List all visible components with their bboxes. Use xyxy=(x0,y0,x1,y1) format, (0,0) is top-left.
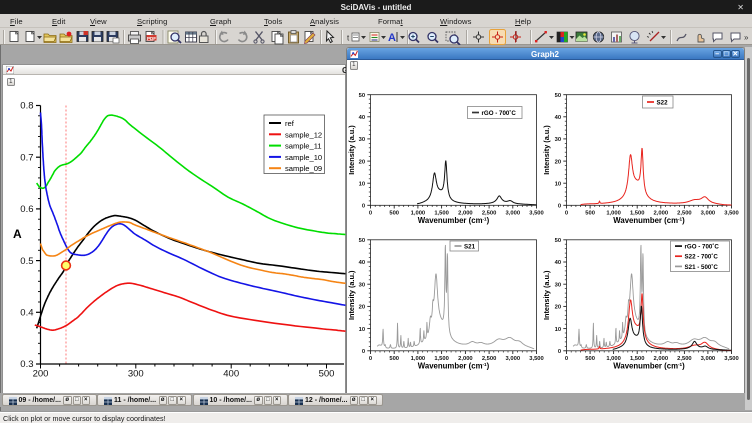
svg-text:Wavenumber (cm-1): Wavenumber (cm-1) xyxy=(418,215,490,224)
svg-text:0.4: 0.4 xyxy=(20,308,33,319)
svg-text:0: 0 xyxy=(369,355,372,361)
svg-text:10: 10 xyxy=(555,326,561,332)
svg-text:40: 40 xyxy=(359,115,365,121)
svg-text:500: 500 xyxy=(585,210,595,216)
svg-text:20: 20 xyxy=(555,159,561,165)
svg-text:500: 500 xyxy=(389,355,399,361)
svg-text:300: 300 xyxy=(128,369,144,380)
svg-text:40: 40 xyxy=(555,260,561,266)
svg-text:3,500: 3,500 xyxy=(529,210,544,216)
svg-text:sample_09: sample_09 xyxy=(285,164,322,173)
svg-text:3,000: 3,000 xyxy=(701,210,716,216)
svg-text:10: 10 xyxy=(359,326,365,332)
svg-text:20: 20 xyxy=(359,159,365,165)
svg-text:50: 50 xyxy=(359,238,365,244)
svg-text:A: A xyxy=(388,32,396,44)
svg-text:500: 500 xyxy=(319,369,335,380)
svg-text:0.6: 0.6 xyxy=(20,204,33,215)
svg-text:40: 40 xyxy=(359,260,365,266)
svg-text:50: 50 xyxy=(555,92,561,98)
svg-text:0: 0 xyxy=(362,203,365,209)
svg-text:S22: S22 xyxy=(657,99,669,106)
svg-text:0.5: 0.5 xyxy=(20,256,33,267)
svg-text:Intensity (a.u.): Intensity (a.u.) xyxy=(542,270,551,320)
svg-text:10: 10 xyxy=(359,181,365,187)
svg-text:3,000: 3,000 xyxy=(701,355,716,361)
svg-text:Intensity (a.u.): Intensity (a.u.) xyxy=(542,124,551,174)
svg-text:sample_10: sample_10 xyxy=(285,153,322,162)
svg-text:500: 500 xyxy=(389,210,399,216)
svg-text:20: 20 xyxy=(359,304,365,310)
svg-text:30: 30 xyxy=(359,282,365,288)
svg-text:0: 0 xyxy=(369,210,372,216)
svg-text:rGO - 700˚C: rGO - 700˚C xyxy=(482,109,517,116)
svg-text:0: 0 xyxy=(565,210,568,216)
svg-text:3,500: 3,500 xyxy=(724,355,739,361)
svg-text:sample_11: sample_11 xyxy=(285,142,322,151)
svg-text:0: 0 xyxy=(565,355,568,361)
svg-text:Wavenumber (cm-1): Wavenumber (cm-1) xyxy=(418,361,490,370)
svg-text:0.8: 0.8 xyxy=(20,101,33,112)
svg-text:A: A xyxy=(13,227,22,241)
svg-text:30: 30 xyxy=(359,137,365,143)
svg-text:3,000: 3,000 xyxy=(506,355,521,361)
svg-text:Intensity (a.u.): Intensity (a.u.) xyxy=(347,270,356,320)
svg-text:Intensity (a.u.): Intensity (a.u.) xyxy=(347,124,356,174)
svg-text:400: 400 xyxy=(223,369,239,380)
svg-text:0: 0 xyxy=(558,203,561,209)
svg-text:S21 - 500˚C: S21 - 500˚C xyxy=(685,263,719,270)
svg-text:0: 0 xyxy=(362,349,365,355)
svg-text:40: 40 xyxy=(555,115,561,121)
svg-text:ref: ref xyxy=(285,119,295,128)
svg-text:S22 - 700˚C: S22 - 700˚C xyxy=(685,253,719,260)
svg-text:S21: S21 xyxy=(464,243,476,250)
svg-text:0.3: 0.3 xyxy=(20,359,33,370)
svg-text:Wavenumber (cm-1): Wavenumber (cm-1) xyxy=(613,215,685,224)
svg-text:»: » xyxy=(744,33,749,42)
svg-text:3,500: 3,500 xyxy=(529,355,544,361)
svg-text:10: 10 xyxy=(555,181,561,187)
svg-text:20: 20 xyxy=(555,304,561,310)
svg-text:Wavenumber (cm-1): Wavenumber (cm-1) xyxy=(613,361,685,370)
svg-text:3,000: 3,000 xyxy=(506,210,521,216)
svg-text:sample_12: sample_12 xyxy=(285,130,322,139)
svg-text:0.7: 0.7 xyxy=(20,152,33,163)
svg-text:0: 0 xyxy=(558,349,561,355)
svg-text:30: 30 xyxy=(555,137,561,143)
svg-text:30: 30 xyxy=(555,282,561,288)
svg-text:500: 500 xyxy=(585,355,595,361)
svg-text:PDF: PDF xyxy=(147,36,156,41)
svg-text:200: 200 xyxy=(33,369,49,380)
svg-text:50: 50 xyxy=(359,92,365,98)
svg-text:t: t xyxy=(347,34,350,43)
svg-text:50: 50 xyxy=(555,238,561,244)
svg-text:rGO - 700˚C: rGO - 700˚C xyxy=(685,243,720,250)
svg-text:3,500: 3,500 xyxy=(724,210,739,216)
